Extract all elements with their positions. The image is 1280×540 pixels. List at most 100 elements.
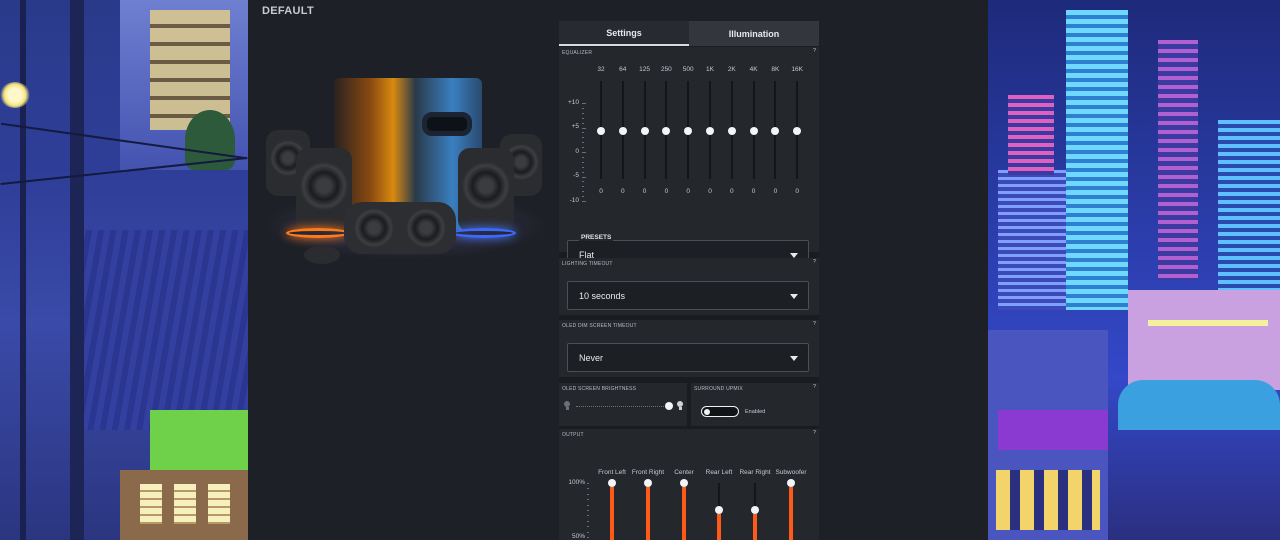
output-slider-handle[interactable] [680, 479, 688, 487]
lighting-timeout-label: LIGHTING TIMEOUT [562, 261, 613, 267]
eq-band-slider-handle[interactable] [706, 127, 714, 135]
output-channel-center: Center [666, 429, 702, 540]
eq-tick-mark [582, 142, 584, 144]
eq-band-slider-handle[interactable] [684, 127, 693, 135]
output-slider-handle[interactable] [715, 506, 723, 514]
eq-y-label: +10 [567, 99, 579, 106]
oled-brightness-section: OLED SCREEN BRIGHTNESS [559, 383, 687, 426]
equalizer-section: EQUALIZER ? +10 +5 0 -5 -10 32 0 64 0 125 0 250 0 50… [559, 47, 819, 269]
eq-band-frequency: 32 [597, 66, 605, 73]
output-tick-mark [587, 499, 589, 501]
eq-tick-mark [582, 166, 584, 168]
eq-tick-mark [582, 171, 584, 173]
output-level-bar[interactable] [753, 514, 757, 540]
eq-band-value: 0 [642, 188, 647, 195]
speaker-system-image [260, 70, 550, 280]
settings-panel: Settings Illumination EQUALIZER ? +10 +5 0… [559, 21, 819, 540]
eq-tick-mark [582, 147, 584, 149]
surround-upmix-toggle[interactable] [701, 406, 739, 417]
output-tick-mark [587, 526, 589, 528]
eq-tick-mark [582, 191, 584, 193]
tab-illumination[interactable]: Illumination [689, 21, 819, 46]
eq-band-frequency: 4K [749, 66, 758, 73]
surround-upmix-state: Enabled [745, 409, 766, 415]
tab-settings[interactable]: Settings [559, 21, 689, 46]
output-level-bar[interactable] [646, 487, 650, 540]
eq-band-slider-handle[interactable] [771, 127, 780, 135]
eq-tick-mark [582, 127, 586, 129]
output-channel-subwoofer: Subwoofer [773, 429, 809, 540]
output-label: OUTPUT [562, 432, 584, 438]
eq-band-slider-handle[interactable] [793, 127, 802, 135]
eq-band-frequency: 8K [771, 66, 780, 73]
output-channel-front-right: Front Right [630, 429, 666, 540]
eq-band-frequency: 16K [791, 66, 803, 73]
output-slider-handle[interactable] [644, 479, 652, 487]
lighting-timeout-dropdown[interactable]: 10 seconds [567, 281, 809, 310]
dim-bulb-icon [563, 401, 571, 411]
eq-band-slider-handle[interactable] [662, 127, 671, 135]
surround-upmix-label: SURROUND UPMIX [694, 386, 743, 392]
eq-band-value: 0 [773, 188, 778, 195]
eq-band-64: 64 0 [613, 47, 633, 227]
eq-band-32: 32 0 [591, 47, 611, 227]
chevron-down-icon [790, 294, 798, 299]
eq-tick-mark [582, 176, 586, 178]
oled-dim-value: Never [579, 353, 604, 363]
oled-dim-dropdown[interactable]: Never [567, 343, 809, 372]
output-section: OUTPUT ? 100% 50% Front Left Front Right Ce… [559, 429, 819, 540]
eq-band-value: 0 [795, 188, 799, 195]
output-tick-mark [587, 493, 589, 495]
help-icon[interactable]: ? [812, 431, 817, 436]
output-tick-mark [587, 488, 589, 490]
output-tick-mark [587, 483, 589, 484]
output-level-bar[interactable] [610, 487, 614, 540]
eq-band-1k: 1K 0 [700, 47, 720, 227]
output-slider-handle[interactable] [608, 479, 616, 487]
eq-tick-mark [582, 201, 586, 202]
output-tick-mark [587, 504, 589, 506]
wallpaper-right [988, 0, 1280, 540]
chevron-down-icon [790, 356, 798, 361]
eq-tick-mark [582, 186, 584, 188]
app-window: DEFAULT Settings Illumination EQUALIZER … [248, 0, 988, 540]
eq-band-value: 0 [708, 188, 712, 195]
output-level-bar[interactable] [789, 487, 793, 540]
eq-y-label: -10 [569, 197, 579, 204]
eq-band-8k: 8K 0 [765, 47, 785, 227]
screen: DEFAULT Settings Illumination EQUALIZER … [0, 0, 1280, 540]
eq-band-slider-handle[interactable] [618, 127, 627, 135]
eq-band-slider-handle[interactable] [749, 127, 758, 135]
help-icon[interactable]: ? [812, 385, 817, 390]
eq-tick-mark [582, 107, 584, 109]
output-slider-handle[interactable] [787, 479, 795, 487]
eq-band-125: 125 0 [635, 47, 655, 227]
eq-tick-mark [582, 103, 586, 104]
help-icon[interactable]: ? [812, 49, 817, 54]
eq-tick-mark [582, 112, 584, 114]
bright-bulb-icon [676, 401, 684, 411]
eq-band-slider-handle[interactable] [597, 127, 605, 135]
eq-band-frequency: 500 [682, 66, 694, 73]
output-tick-mark [587, 520, 589, 522]
output-level-bar[interactable] [717, 514, 721, 540]
eq-band-value: 0 [664, 188, 669, 195]
tab-bar: Settings Illumination [559, 21, 819, 46]
brightness-slider-track[interactable] [576, 406, 670, 407]
eq-tick-mark [582, 161, 584, 163]
eq-tick-mark [582, 152, 586, 153]
brightness-slider-handle[interactable] [665, 402, 673, 410]
presets-label: PRESETS [579, 234, 614, 241]
help-icon[interactable]: ? [812, 260, 817, 265]
output-channel-name: Subwoofer [775, 469, 807, 476]
eq-band-500: 500 0 [678, 47, 698, 227]
eq-band-slider-handle[interactable] [640, 127, 649, 135]
output-slider-handle[interactable] [751, 506, 759, 514]
eq-band-slider-handle[interactable] [727, 127, 736, 135]
output-level-bar[interactable] [682, 487, 686, 540]
help-icon[interactable]: ? [812, 322, 817, 327]
output-channel-front-left: Front Left [594, 429, 630, 540]
eq-band-value: 0 [620, 188, 625, 195]
eq-tick-mark [582, 122, 584, 124]
eq-y-label: +5 [571, 123, 579, 130]
